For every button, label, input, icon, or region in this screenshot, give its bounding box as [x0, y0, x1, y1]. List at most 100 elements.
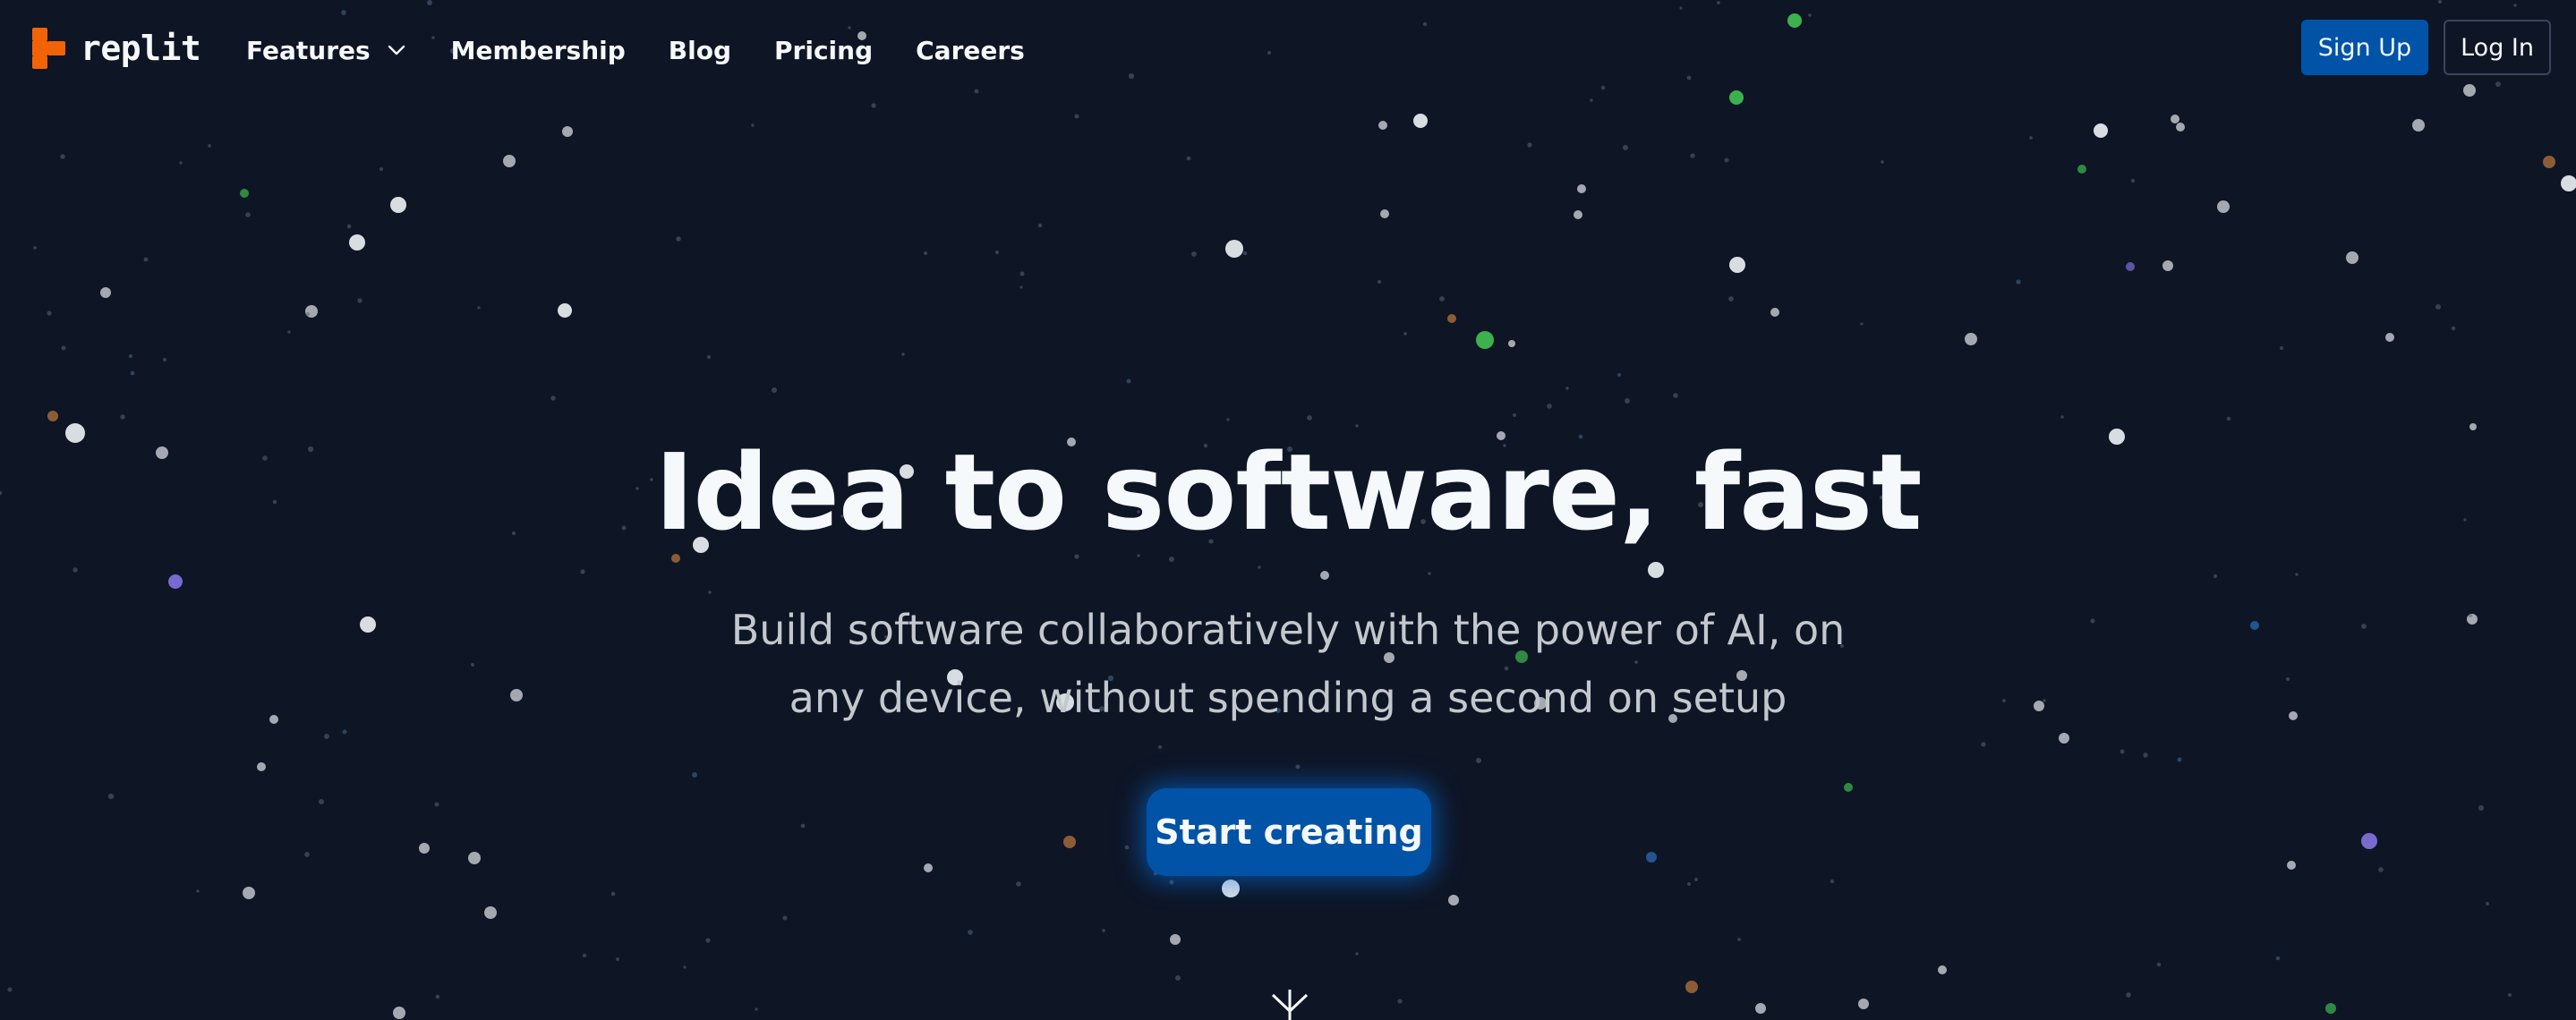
dust-dot: [1074, 114, 1079, 119]
dust-dot: [2043, 699, 2046, 702]
star-dot: [1844, 783, 1853, 792]
star-dot: [257, 762, 266, 771]
dust-dot: [1428, 572, 1431, 575]
star-dot: [2561, 175, 2576, 191]
dust-dot: [1830, 879, 1835, 884]
star-dot: [2543, 156, 2555, 168]
dust-dot: [1737, 938, 1741, 941]
dust-dot: [318, 798, 325, 805]
star-dot: [1413, 114, 1428, 128]
start-creating-button[interactable]: Start creating: [1147, 788, 1431, 876]
dust-dot: [1690, 153, 1695, 158]
dust-dot: [1622, 144, 1629, 151]
star-dot: [390, 197, 406, 213]
dust-dot: [342, 729, 347, 735]
page-root: replit Features Membership Blog Pricing …: [0, 0, 2576, 1020]
star-dot: [924, 863, 933, 872]
star-dot: [1938, 965, 1947, 974]
hero-subtitle: Build software collaboratively with the …: [730, 606, 1846, 722]
star-dot: [1577, 184, 1586, 193]
dust-dot: [1074, 554, 1079, 559]
star-dot: [1685, 981, 1698, 993]
dust-dot: [924, 251, 927, 255]
star-dot: [468, 852, 481, 864]
dust-dot: [1191, 251, 1197, 257]
dust-dot: [1687, 882, 1691, 886]
dust-dot: [782, 915, 788, 921]
nav-membership[interactable]: Membership: [451, 36, 626, 65]
dust-dot: [1694, 878, 1698, 881]
dust-dot: [1981, 742, 1986, 747]
nav-blog[interactable]: Blog: [669, 36, 731, 65]
star-dot: [1448, 895, 1459, 905]
dust-dot: [305, 311, 311, 317]
star-dot: [2250, 621, 2259, 630]
star-dot: [510, 689, 523, 701]
dust-dot: [1126, 378, 1131, 384]
star-dot: [47, 411, 58, 421]
log-in-button[interactable]: Log In: [2444, 20, 2551, 75]
dust-dot: [7, 987, 13, 992]
star-dot: [1729, 257, 1745, 273]
dust-dot: [120, 414, 125, 420]
star-dot: [2412, 119, 2425, 132]
dust-dot: [477, 306, 481, 310]
dust-dot: [2468, 613, 2473, 618]
star-dot: [243, 887, 255, 899]
dust-dot: [2295, 573, 2299, 576]
dust-dot: [196, 889, 200, 893]
star-dot: [1574, 210, 1582, 219]
star-dot: [1447, 314, 1456, 323]
star-dot: [360, 616, 376, 633]
dust-dot: [2143, 752, 2148, 758]
dust-dot: [130, 370, 135, 376]
dust-dot: [2130, 178, 2136, 183]
dust-dot: [1673, 393, 1678, 398]
dust-dot: [2378, 867, 2384, 872]
dust-dot: [2156, 962, 2162, 967]
dust-dot: [1527, 142, 1532, 148]
dust-dot: [1242, 251, 1248, 256]
dust-dot: [2451, 326, 2456, 331]
star-dot: [2176, 123, 2185, 132]
dust-dot: [1019, 271, 1025, 276]
star-dot: [2162, 260, 2173, 271]
main-nav: Features Membership Blog Pricing Careers: [246, 23, 1068, 77]
star-dot: [1965, 333, 1977, 345]
dust-dot: [708, 591, 712, 594]
dust-dot: [2361, 624, 2367, 629]
nav-pricing[interactable]: Pricing: [774, 36, 873, 65]
star-dot: [2126, 262, 2135, 271]
replit-logo-link[interactable]: replit: [32, 23, 201, 73]
dust-dot: [33, 246, 37, 250]
star-dot: [1222, 880, 1240, 897]
star-dot: [269, 715, 278, 724]
star-dot: [1378, 121, 1387, 130]
star-dot: [558, 303, 572, 318]
star-dot: [2034, 701, 2044, 711]
dust-dot: [1377, 279, 1382, 285]
nav-careers[interactable]: Careers: [916, 36, 1025, 65]
dust-dot: [208, 144, 211, 148]
star-dot: [2289, 711, 2298, 720]
star-dot: [2171, 115, 2179, 123]
star-dot: [2385, 333, 2394, 342]
dust-dot: [1016, 881, 1021, 887]
star-dot: [100, 287, 111, 298]
sign-up-button[interactable]: Sign Up: [2300, 20, 2429, 75]
dust-dot: [304, 852, 310, 857]
dust-dot: [47, 310, 52, 316]
star-dot: [1648, 562, 1664, 578]
sparkle-cursor-icon: [1271, 990, 1309, 1020]
nav-features[interactable]: Features: [246, 36, 406, 65]
nav-features-label: Features: [246, 35, 371, 65]
dust-dot: [1590, 98, 1593, 102]
dust-dot: [1397, 999, 1403, 1004]
dust-dot: [2486, 902, 2489, 905]
dust-dot: [1439, 296, 1445, 302]
dust-dot: [1512, 412, 1517, 418]
dust-dot: [2285, 676, 2290, 682]
dust-dot: [2213, 574, 2218, 579]
dust-dot: [107, 793, 115, 800]
dust-dot: [1168, 556, 1175, 563]
